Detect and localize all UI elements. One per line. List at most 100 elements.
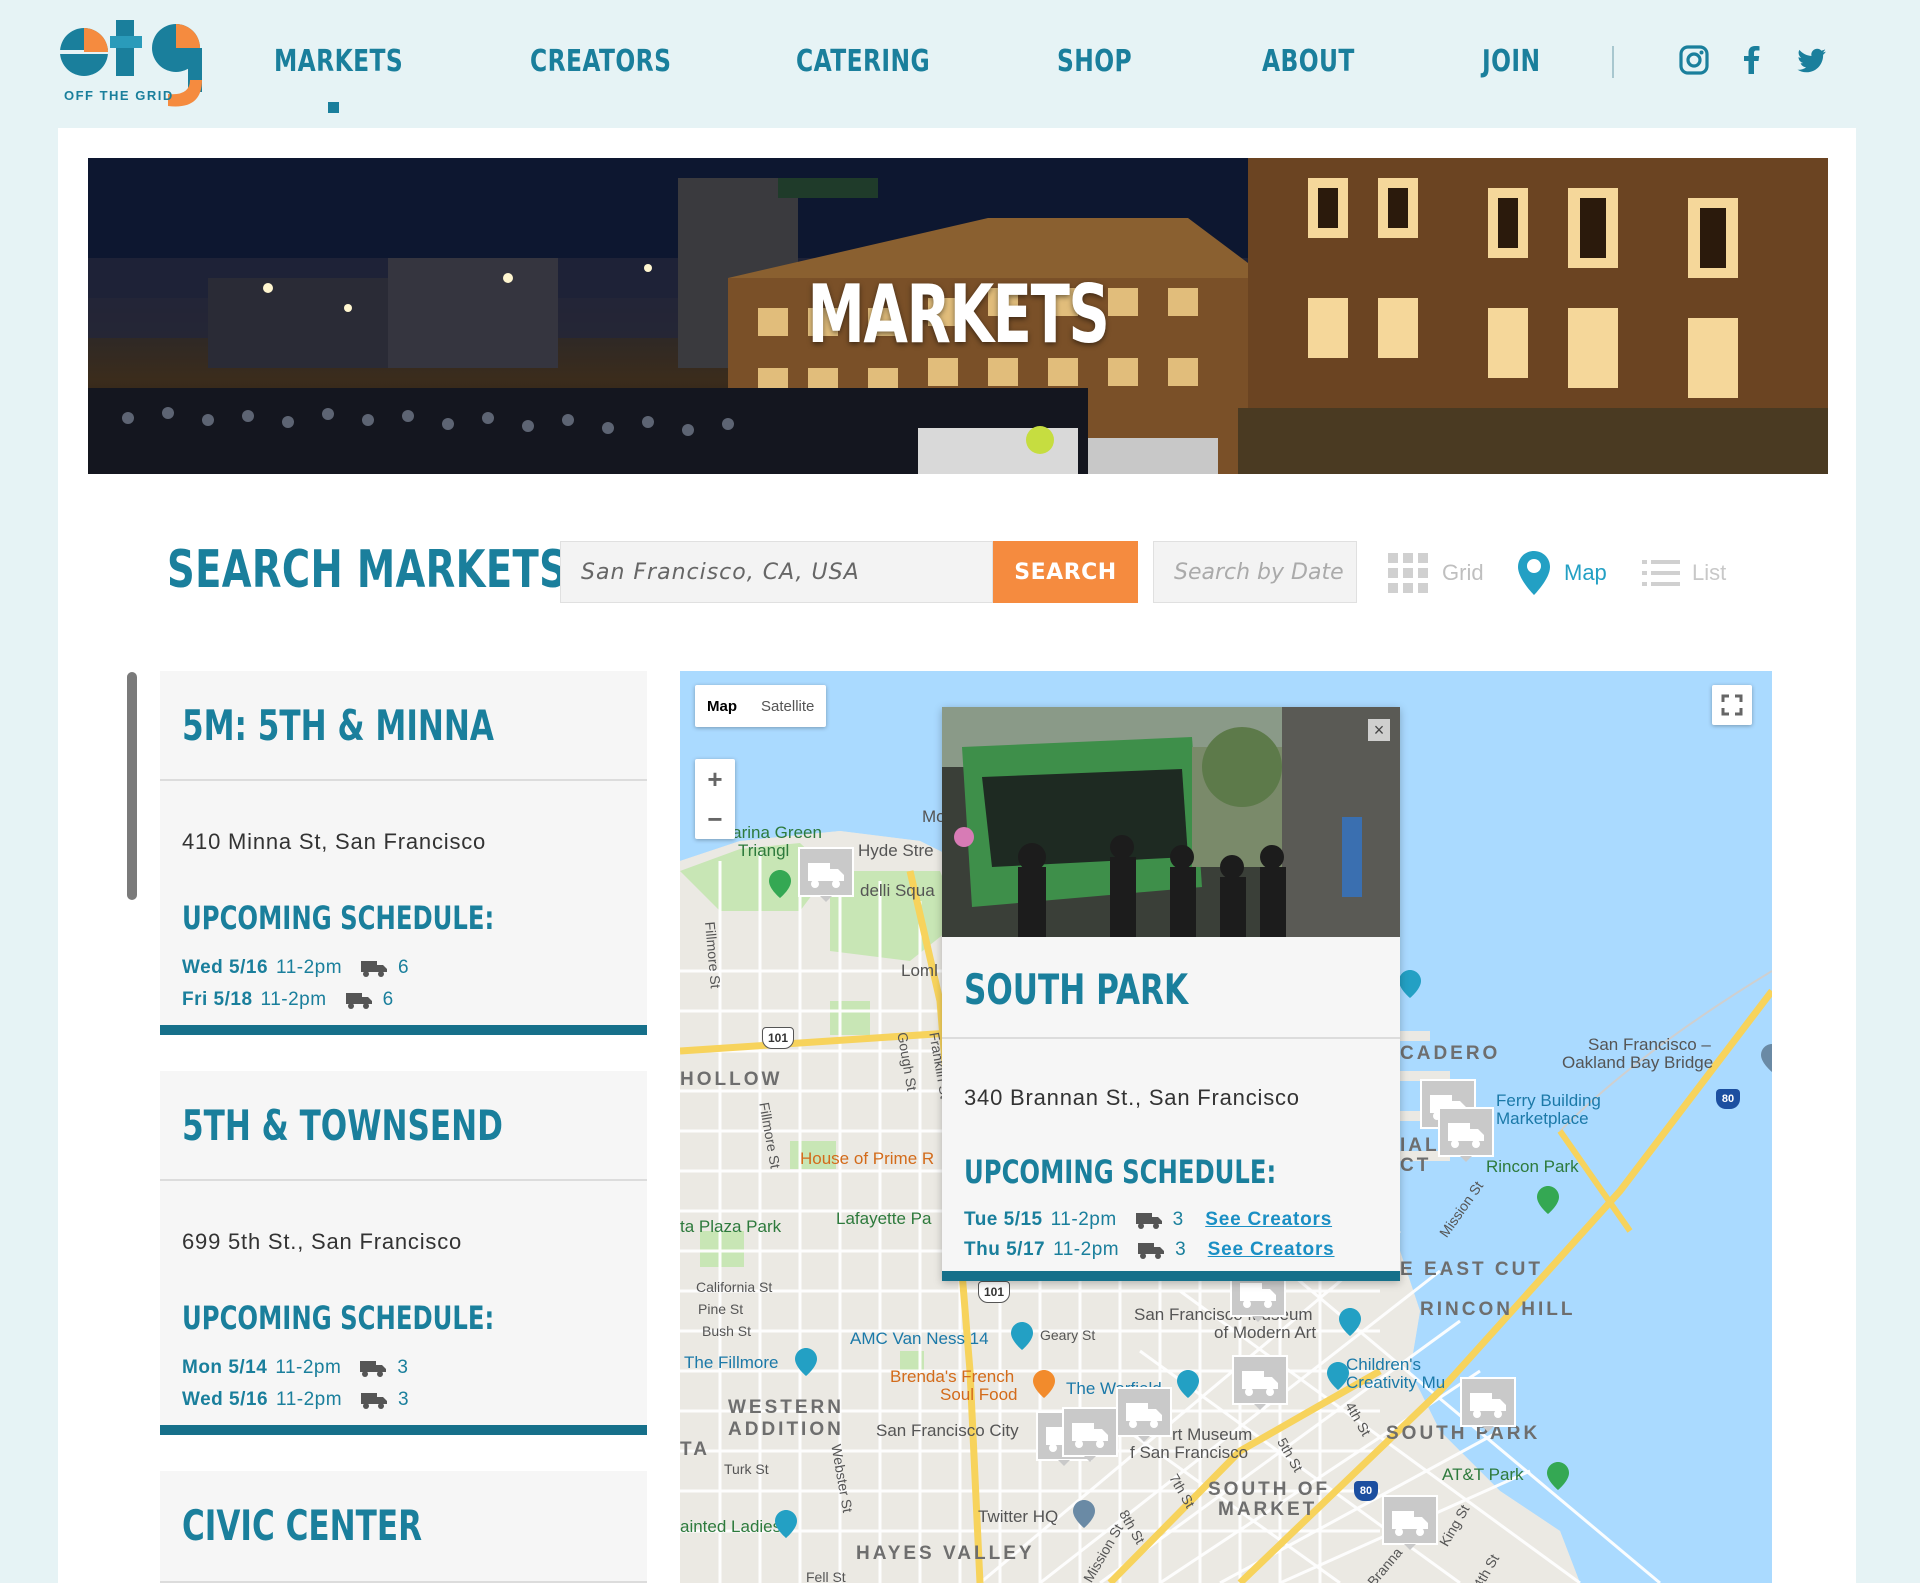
- map-label: Triangl: [738, 841, 790, 860]
- map-label: Hyde Stre: [858, 841, 934, 860]
- truck-marker-icon[interactable]: [1460, 1377, 1516, 1433]
- date-search-input[interactable]: Search by Date: [1153, 541, 1357, 603]
- nav-shop[interactable]: SHOP: [1057, 44, 1132, 79]
- map-label: Lafayette Pa: [836, 1209, 932, 1228]
- nav-divider: [1612, 46, 1614, 78]
- map-district-label: MARKET: [1218, 1499, 1318, 1520]
- map-street-label: Turk St: [724, 1461, 769, 1477]
- transit-pin-icon[interactable]: [1398, 969, 1422, 999]
- market-title[interactable]: 5TH & TOWNSEND: [182, 1101, 503, 1150]
- stadium-pin-icon[interactable]: [1546, 1461, 1570, 1491]
- park-pin-icon[interactable]: [1536, 1185, 1560, 1215]
- highway-101-shield: 101: [978, 1281, 1010, 1303]
- market-card[interactable]: 5TH & TOWNSEND 699 5th St., San Francisc…: [160, 1071, 647, 1435]
- map-pin-icon: [1518, 551, 1550, 595]
- market-title[interactable]: CIVIC CENTER: [182, 1501, 422, 1550]
- truck-count: 3: [398, 1389, 409, 1410]
- park-pin-icon[interactable]: [774, 1509, 798, 1539]
- schedule-time: 11-2pm: [260, 989, 327, 1010]
- map-street-label: Geary St: [1040, 1327, 1096, 1343]
- office-pin-icon[interactable]: [1072, 1499, 1096, 1529]
- facebook-icon[interactable]: [1736, 44, 1768, 76]
- view-grid-toggle[interactable]: Grid: [1386, 553, 1484, 593]
- view-map-toggle[interactable]: Map: [1516, 551, 1607, 595]
- schedule-row: Fri 5/18 11-2pm 6: [182, 989, 393, 1011]
- market-title[interactable]: 5M: 5TH & MINNA: [182, 701, 494, 750]
- truck-marker-icon[interactable]: [798, 847, 854, 903]
- truck-marker-icon[interactable]: [1438, 1107, 1494, 1163]
- map-district-label: SOUTH OF: [1208, 1479, 1331, 1500]
- schedule-row: Mon 5/14 11-2pm 3: [182, 1357, 408, 1379]
- zoom-in-button[interactable]: +: [695, 759, 735, 799]
- market-list-scrollbar[interactable]: [127, 672, 137, 900]
- truck-count: 6: [382, 989, 394, 1010]
- interstate-80-shield: 80: [1354, 1481, 1378, 1501]
- location-search-input[interactable]: San Francisco, CA, USA: [560, 541, 993, 603]
- search-button[interactable]: SEARCH: [993, 541, 1138, 603]
- fullscreen-icon[interactable]: [1712, 685, 1752, 725]
- zoom-control: + −: [695, 759, 735, 839]
- map-label: San Francisco City: [876, 1421, 1019, 1440]
- truck-count: 6: [398, 957, 409, 978]
- nav-active-indicator: [328, 102, 339, 113]
- truck-icon: [361, 961, 388, 977]
- market-card[interactable]: 5M: 5TH & MINNA 410 Minna St, San Franci…: [160, 671, 647, 1035]
- map-type-satellite[interactable]: Satellite: [749, 685, 826, 727]
- popup-title[interactable]: SOUTH PARK: [964, 965, 1188, 1014]
- nav-join[interactable]: JOIN: [1482, 44, 1540, 79]
- card-bottom-bar: [160, 1425, 647, 1435]
- schedule-heading: UPCOMING SCHEDULE:: [182, 1299, 495, 1337]
- restaurant-pin-icon[interactable]: [1032, 1369, 1056, 1399]
- see-creators-link[interactable]: See Creators: [1205, 1209, 1332, 1231]
- landmark-pin-icon[interactable]: [1760, 1043, 1772, 1073]
- truck-icon: [361, 1393, 388, 1409]
- venue-pin-icon[interactable]: [794, 1347, 818, 1377]
- view-list-toggle[interactable]: List: [1642, 553, 1726, 593]
- map-label: Loml: [901, 961, 938, 980]
- highway-101-shield: 101: [762, 1027, 794, 1049]
- map-district-label: E EAST CUT: [1400, 1259, 1543, 1280]
- market-address: 699 5th St., San Francisco: [182, 1229, 463, 1254]
- map-label: Oakland Bay Bridge: [1562, 1053, 1714, 1072]
- truck-marker-icon[interactable]: [1116, 1387, 1172, 1443]
- divider: [160, 779, 647, 781]
- nav-markets[interactable]: MARKETS: [274, 44, 403, 79]
- map-poi-label: Marketplace: [1496, 1109, 1589, 1128]
- schedule-day: Wed 5/16: [182, 1389, 269, 1410]
- map-district-label: IAL: [1400, 1135, 1440, 1156]
- zoom-out-button[interactable]: −: [695, 799, 735, 839]
- schedule-time: 11-2pm: [275, 1357, 342, 1378]
- map-poi-label: Creativity Mu: [1346, 1373, 1446, 1392]
- nav-creators[interactable]: CREATORS: [530, 44, 671, 79]
- schedule-time: 11-2pm: [276, 1389, 343, 1410]
- museum-pin-icon[interactable]: [1338, 1307, 1362, 1337]
- twitter-icon[interactable]: [1796, 44, 1828, 76]
- logo-tagline: OFF THE GRID: [64, 88, 174, 103]
- schedule-day: Thu 5/17: [964, 1239, 1046, 1260]
- map-label: AT&T Park: [1442, 1465, 1524, 1484]
- cinema-pin-icon[interactable]: [1010, 1321, 1034, 1351]
- divider: [160, 1179, 647, 1181]
- truck-marker-icon[interactable]: [1232, 1355, 1288, 1411]
- map-label: Rincon Park: [1486, 1157, 1579, 1176]
- view-map-label: Map: [1564, 560, 1607, 585]
- close-icon[interactable]: ×: [1368, 719, 1390, 741]
- card-bottom-bar: [942, 1271, 1400, 1281]
- map-type-map[interactable]: Map: [695, 685, 749, 727]
- see-creators-link[interactable]: See Creators: [1208, 1239, 1335, 1261]
- venue-pin-icon[interactable]: [1176, 1369, 1200, 1399]
- nav-about[interactable]: ABOUT: [1262, 44, 1355, 79]
- schedule-time: 11-2pm: [1050, 1209, 1117, 1230]
- market-card[interactable]: CIVIC CENTER: [160, 1471, 647, 1583]
- nav-catering[interactable]: CATERING: [796, 44, 930, 79]
- market-info-popup[interactable]: × SOUTH PARK 340 Brannan St., San Franci…: [942, 707, 1400, 1281]
- museum-pin-icon[interactable]: [1326, 1361, 1350, 1391]
- divider: [942, 1037, 1400, 1039]
- instagram-icon[interactable]: [1678, 44, 1710, 76]
- truck-icon: [360, 1361, 387, 1377]
- truck-icon: [1135, 1213, 1162, 1229]
- truck-marker-icon[interactable]: [1382, 1495, 1438, 1551]
- park-pin-icon[interactable]: [768, 869, 792, 899]
- truck-marker-icon[interactable]: [1062, 1407, 1118, 1463]
- schedule-heading: UPCOMING SCHEDULE:: [964, 1153, 1277, 1191]
